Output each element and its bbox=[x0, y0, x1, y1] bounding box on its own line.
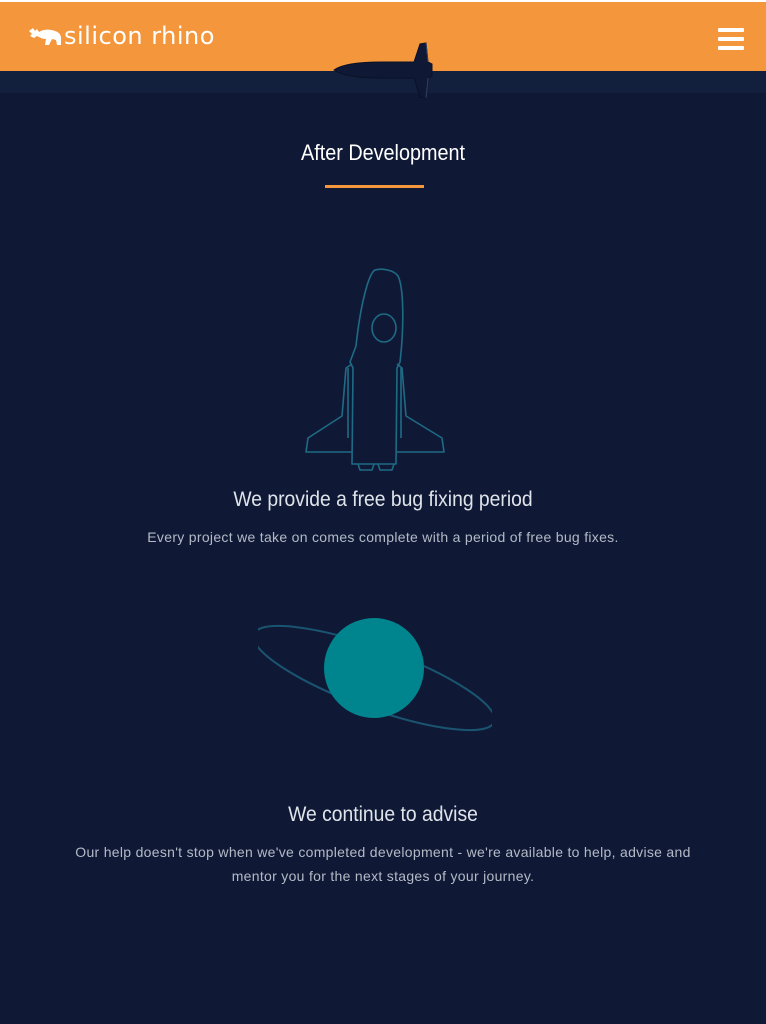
feature-text: Our help doesn't stop when we've complet… bbox=[75, 844, 691, 884]
planet-icon bbox=[258, 618, 492, 732]
feature-text: Every project we take on comes complete … bbox=[147, 529, 619, 545]
rocket-icon bbox=[305, 268, 445, 471]
rhino-icon bbox=[29, 28, 61, 45]
title-underline bbox=[325, 185, 424, 188]
shuttle-icon bbox=[333, 42, 433, 99]
feature-heading: We continue to advise bbox=[288, 803, 478, 826]
hamburger-menu-icon[interactable] bbox=[718, 28, 744, 50]
brand-name: silicon rhino bbox=[64, 22, 215, 50]
feature-heading: We provide a free bug fixing period bbox=[233, 488, 533, 511]
brand-logo[interactable]: silicon rhino bbox=[28, 21, 215, 51]
section-title: After Development bbox=[301, 140, 465, 165]
